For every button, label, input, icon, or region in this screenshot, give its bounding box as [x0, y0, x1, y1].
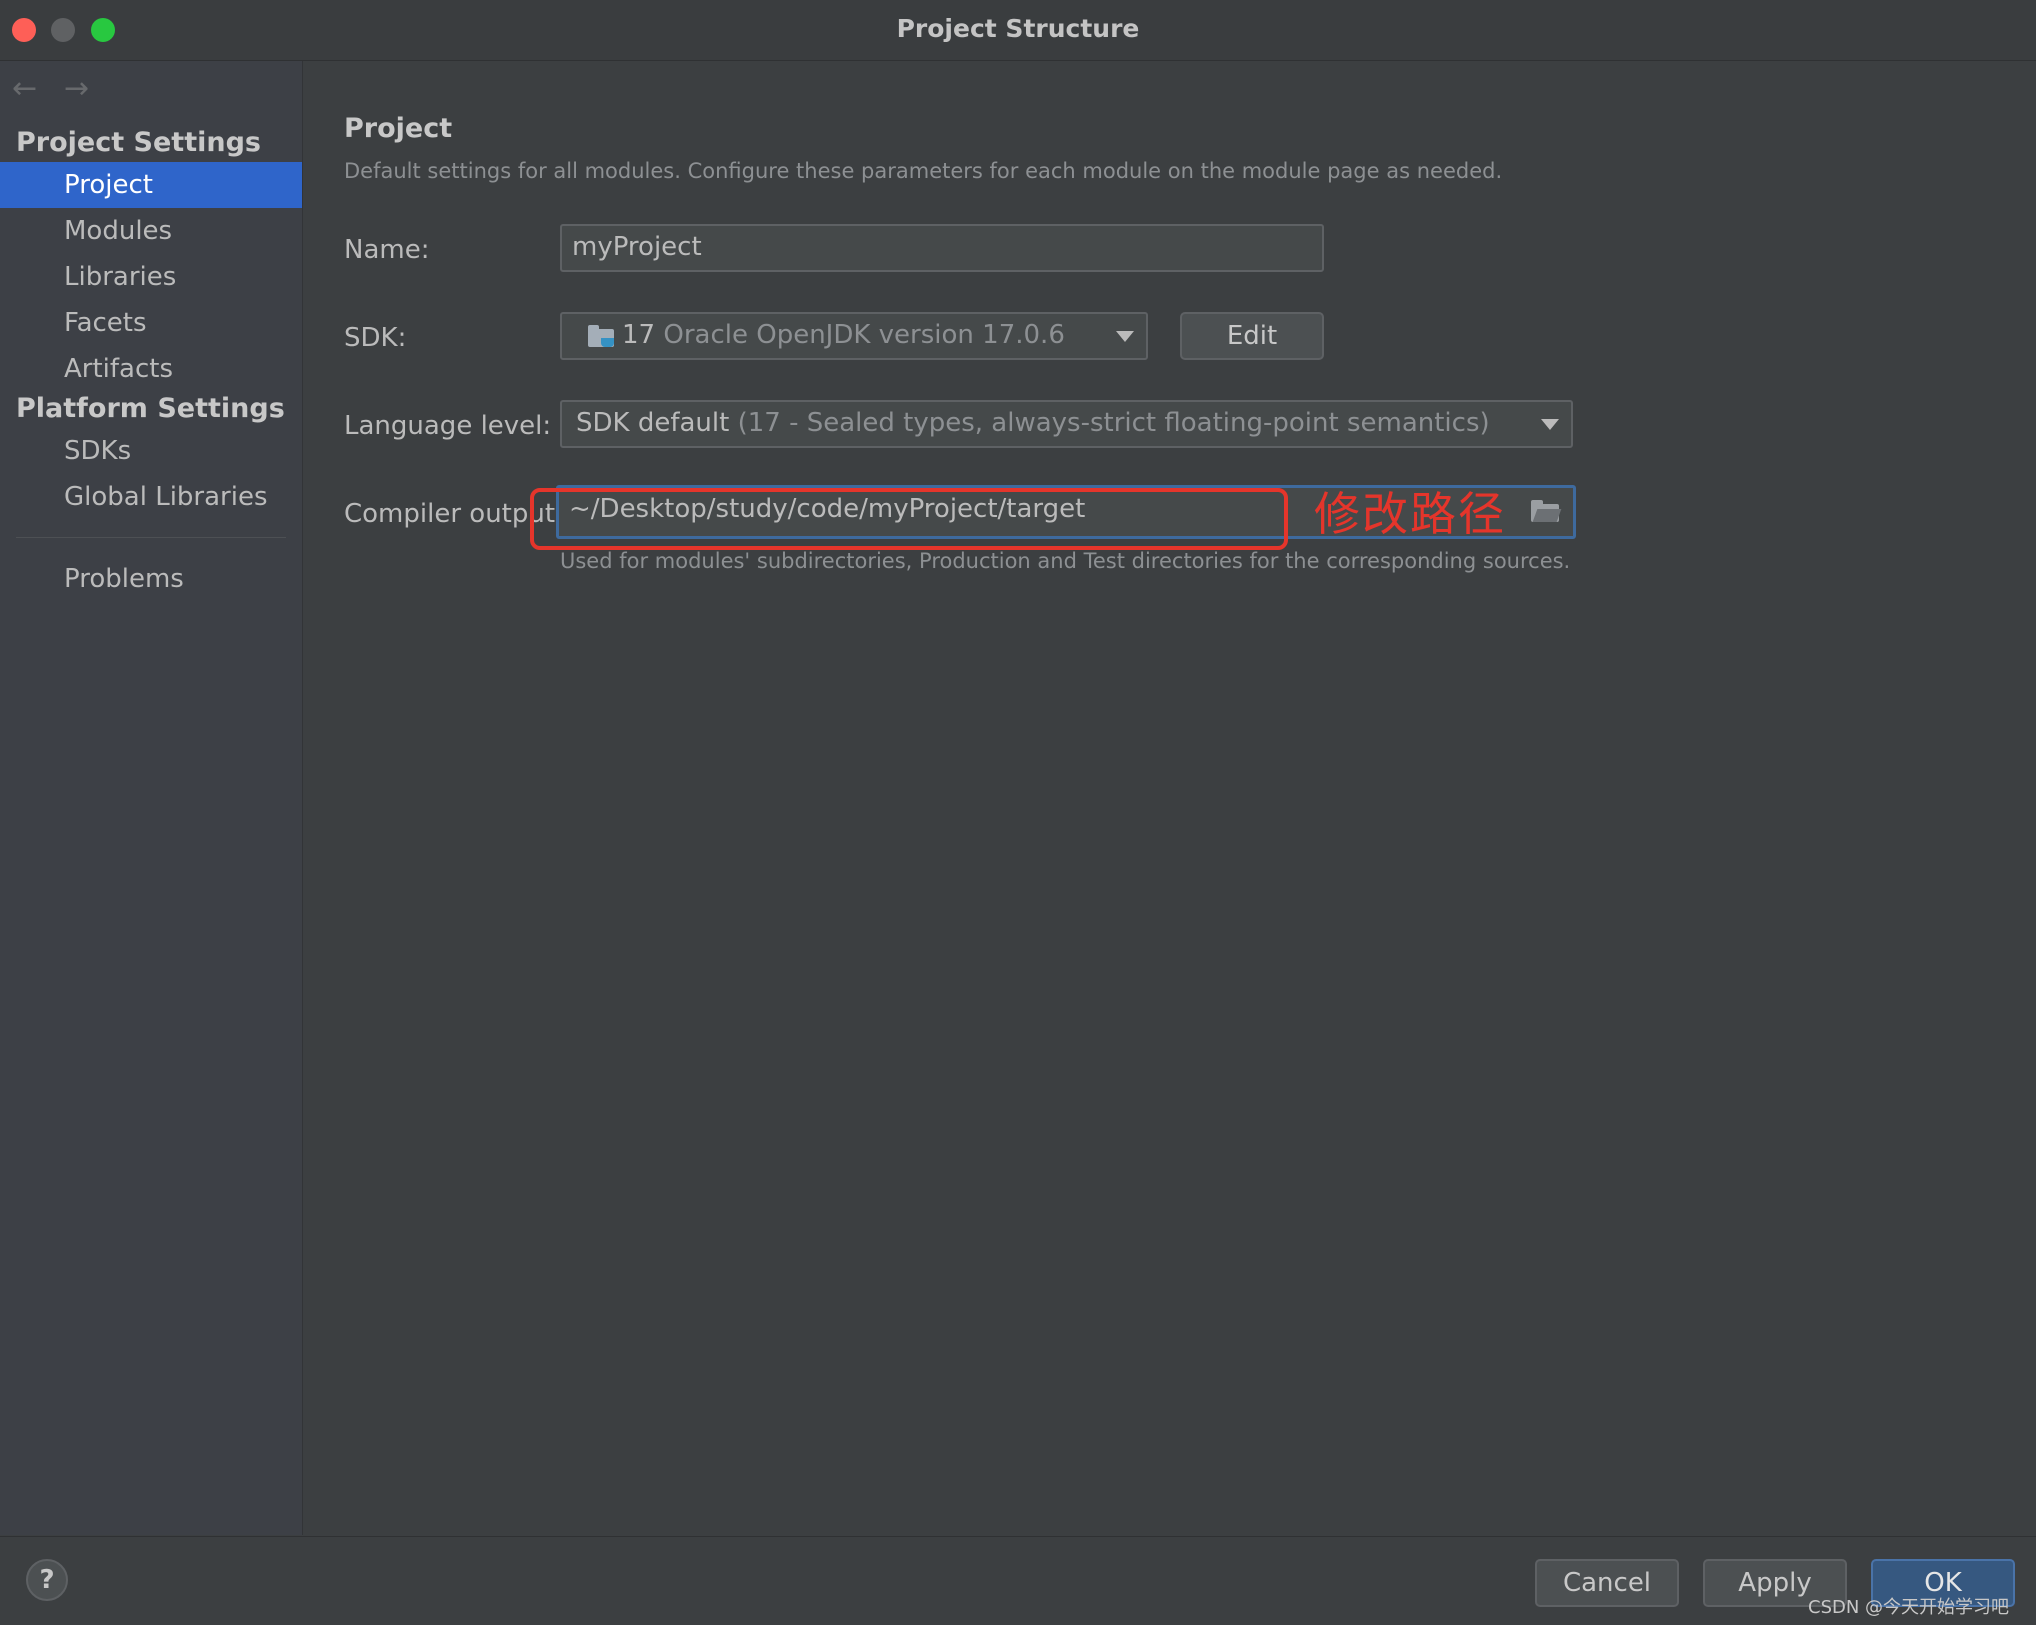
sdk-label: SDK: — [344, 323, 407, 353]
watermark: CSDN @今天开始学习吧 — [1808, 1597, 2010, 1618]
main-panel: Project Default settings for all modules… — [303, 61, 2036, 1535]
folder-open-icon[interactable] — [1531, 500, 1562, 522]
language-level-dropdown[interactable]: SDK default (17 - Sealed types, always-s… — [560, 400, 1573, 448]
dropdown-arrow-icon — [1116, 331, 1134, 342]
sidebar-item-sdks[interactable]: SDKs — [0, 428, 302, 474]
back-arrow-icon[interactable]: ← — [12, 71, 37, 106]
page-description: Default settings for all modules. Config… — [344, 159, 1503, 183]
sidebar-divider — [16, 537, 286, 538]
window-title: Project Structure — [896, 14, 1140, 43]
group-label-platform-settings: Platform Settings — [16, 393, 285, 424]
help-icon[interactable]: ? — [26, 1559, 68, 1601]
sidebar-item-artifacts[interactable]: Artifacts — [0, 346, 302, 392]
language-level-label: Language level: — [344, 411, 552, 441]
title-bar: Project Structure — [0, 0, 2036, 61]
annotation-highlight-box — [530, 488, 1288, 550]
cancel-button[interactable]: Cancel — [1535, 1559, 1679, 1607]
sidebar-item-problems[interactable]: Problems — [0, 556, 302, 602]
sidebar-item-project[interactable]: Project — [0, 162, 302, 208]
compiler-output-hint: Used for modules' subdirectories, Produc… — [560, 549, 1571, 573]
dropdown-arrow-icon — [1541, 419, 1559, 430]
sidebar-item-modules[interactable]: Modules — [0, 208, 302, 254]
language-level-value: SDK default — [576, 408, 730, 438]
sdk-edit-button[interactable]: Edit — [1180, 312, 1324, 360]
sdk-detail: Oracle OpenJDK version 17.0.6 — [663, 320, 1065, 350]
sdk-dropdown[interactable]: 17 Oracle OpenJDK version 17.0.6 — [560, 312, 1148, 360]
forward-arrow-icon[interactable]: → — [64, 71, 89, 106]
language-level-detail: (17 - Sealed types, always-strict floati… — [737, 408, 1490, 438]
group-label-project-settings: Project Settings — [16, 127, 261, 158]
sdk-version: 17 — [622, 320, 656, 350]
name-label: Name: — [344, 235, 430, 265]
name-field[interactable]: myProject — [560, 224, 1324, 272]
sdk-folder-icon — [588, 324, 614, 347]
sidebar-item-facets[interactable]: Facets — [0, 300, 302, 346]
annotation-label: 修改路径 — [1314, 487, 1506, 541]
page-title: Project — [344, 113, 453, 144]
sidebar-item-global-libraries[interactable]: Global Libraries — [0, 474, 302, 520]
dialog-footer: ? Cancel Apply OK CSDN @今天开始学习吧 — [0, 1536, 2036, 1625]
name-value: myProject — [572, 232, 702, 262]
sidebar-item-libraries[interactable]: Libraries — [0, 254, 302, 300]
sidebar: ← → Project Settings Project Modules Lib… — [0, 61, 303, 1535]
